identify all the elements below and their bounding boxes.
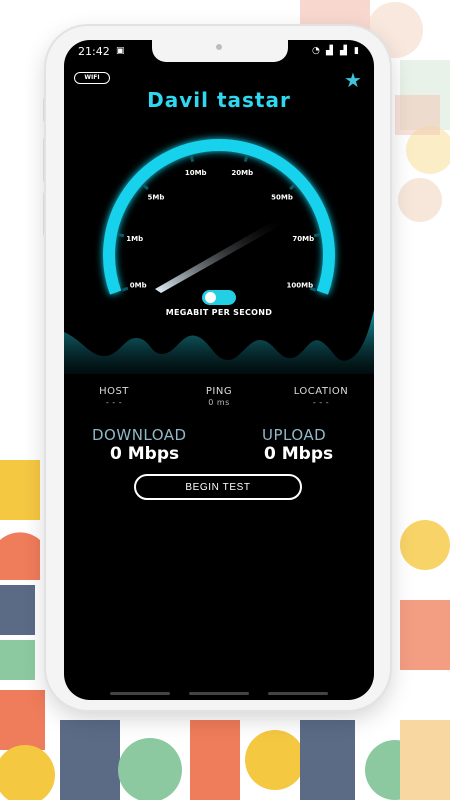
stat-location: LOCATION - - - [276,386,366,407]
gauge-tick [289,183,296,191]
network-badge: WIFI [74,72,110,84]
signal-icon-2: ▟ [340,46,347,56]
gauge-tick-label: 1Mb [126,235,143,243]
nav-bar-segment [110,692,170,695]
gauge-tick [142,183,149,191]
gauge-tick-label: 100Mb [287,281,314,289]
download-label: DOWNLOAD [92,426,187,444]
gauge-tick-label: 10Mb [185,169,207,177]
begin-test-button[interactable]: BEGIN TEST [134,474,302,500]
upload-label: UPLOAD [262,426,327,444]
gauge-unit-label: MEGABIT PER SECOND [165,308,273,317]
gauge-tick [189,155,195,163]
gauge-tick [313,233,321,238]
wifi-status-icon: ◔ [312,46,320,56]
toggle-knob [205,292,216,303]
stat-host: HOST - - - [69,386,159,407]
nav-bar-segment [268,692,328,695]
stat-ping-label: PING [205,386,233,397]
wave-fill [64,310,374,374]
stat-location-value: - - - [312,398,330,407]
gauge-tick-label: 0Mb [130,281,147,289]
nav-bar-segment [189,692,249,695]
stat-ping-value: 0 ms [208,398,230,407]
app-screen: 21:42 ▣ ◔ ▟ ▟ ▮ WIFI ★ Davil tastar 0Mb 1… [64,40,374,700]
gauge-tick [243,155,249,163]
app-title: Davil tastar [147,88,291,112]
upload-unit: Mbps [281,444,334,464]
gauge-tick-label: 50Mb [271,194,293,202]
signal-icon: ▟ [326,46,333,56]
camera-icon [216,44,222,50]
download-number: 0 [110,444,122,464]
gauge-tick-label: 70Mb [292,235,314,243]
upload-number: 0 [264,444,276,464]
stat-ping: PING 0 ms [174,386,264,407]
stat-host-value: - - - [105,398,123,407]
gauge-needle [155,219,281,293]
download-unit: Mbps [127,444,180,464]
gauge-tick [121,286,129,292]
status-time: 21:42 [78,45,110,58]
notification-icon: ▣ [116,46,125,56]
gauge-labels: 0Mb 1Mb 5Mb 10Mb 20Mb 50Mb 70Mb 100Mb [126,169,314,289]
phone-notch [152,40,288,62]
gauge-tick [117,233,125,238]
gauge-toggle[interactable] [202,290,236,305]
battery-icon: ▮ [354,46,359,56]
gauge-tick-label: 20Mb [231,169,253,177]
upload-value: 0 Mbps [264,444,333,464]
stat-location-label: LOCATION [293,386,349,397]
star-icon[interactable]: ★ [344,70,362,90]
gauge-arc [103,139,335,295]
gauge-tick-label: 5Mb [148,194,165,202]
download-value: 0 Mbps [110,444,179,464]
stat-host-label: HOST [99,386,129,397]
speed-gauge: 0Mb 1Mb 5Mb 10Mb 20Mb 50Mb 70Mb 100Mb [103,139,335,295]
